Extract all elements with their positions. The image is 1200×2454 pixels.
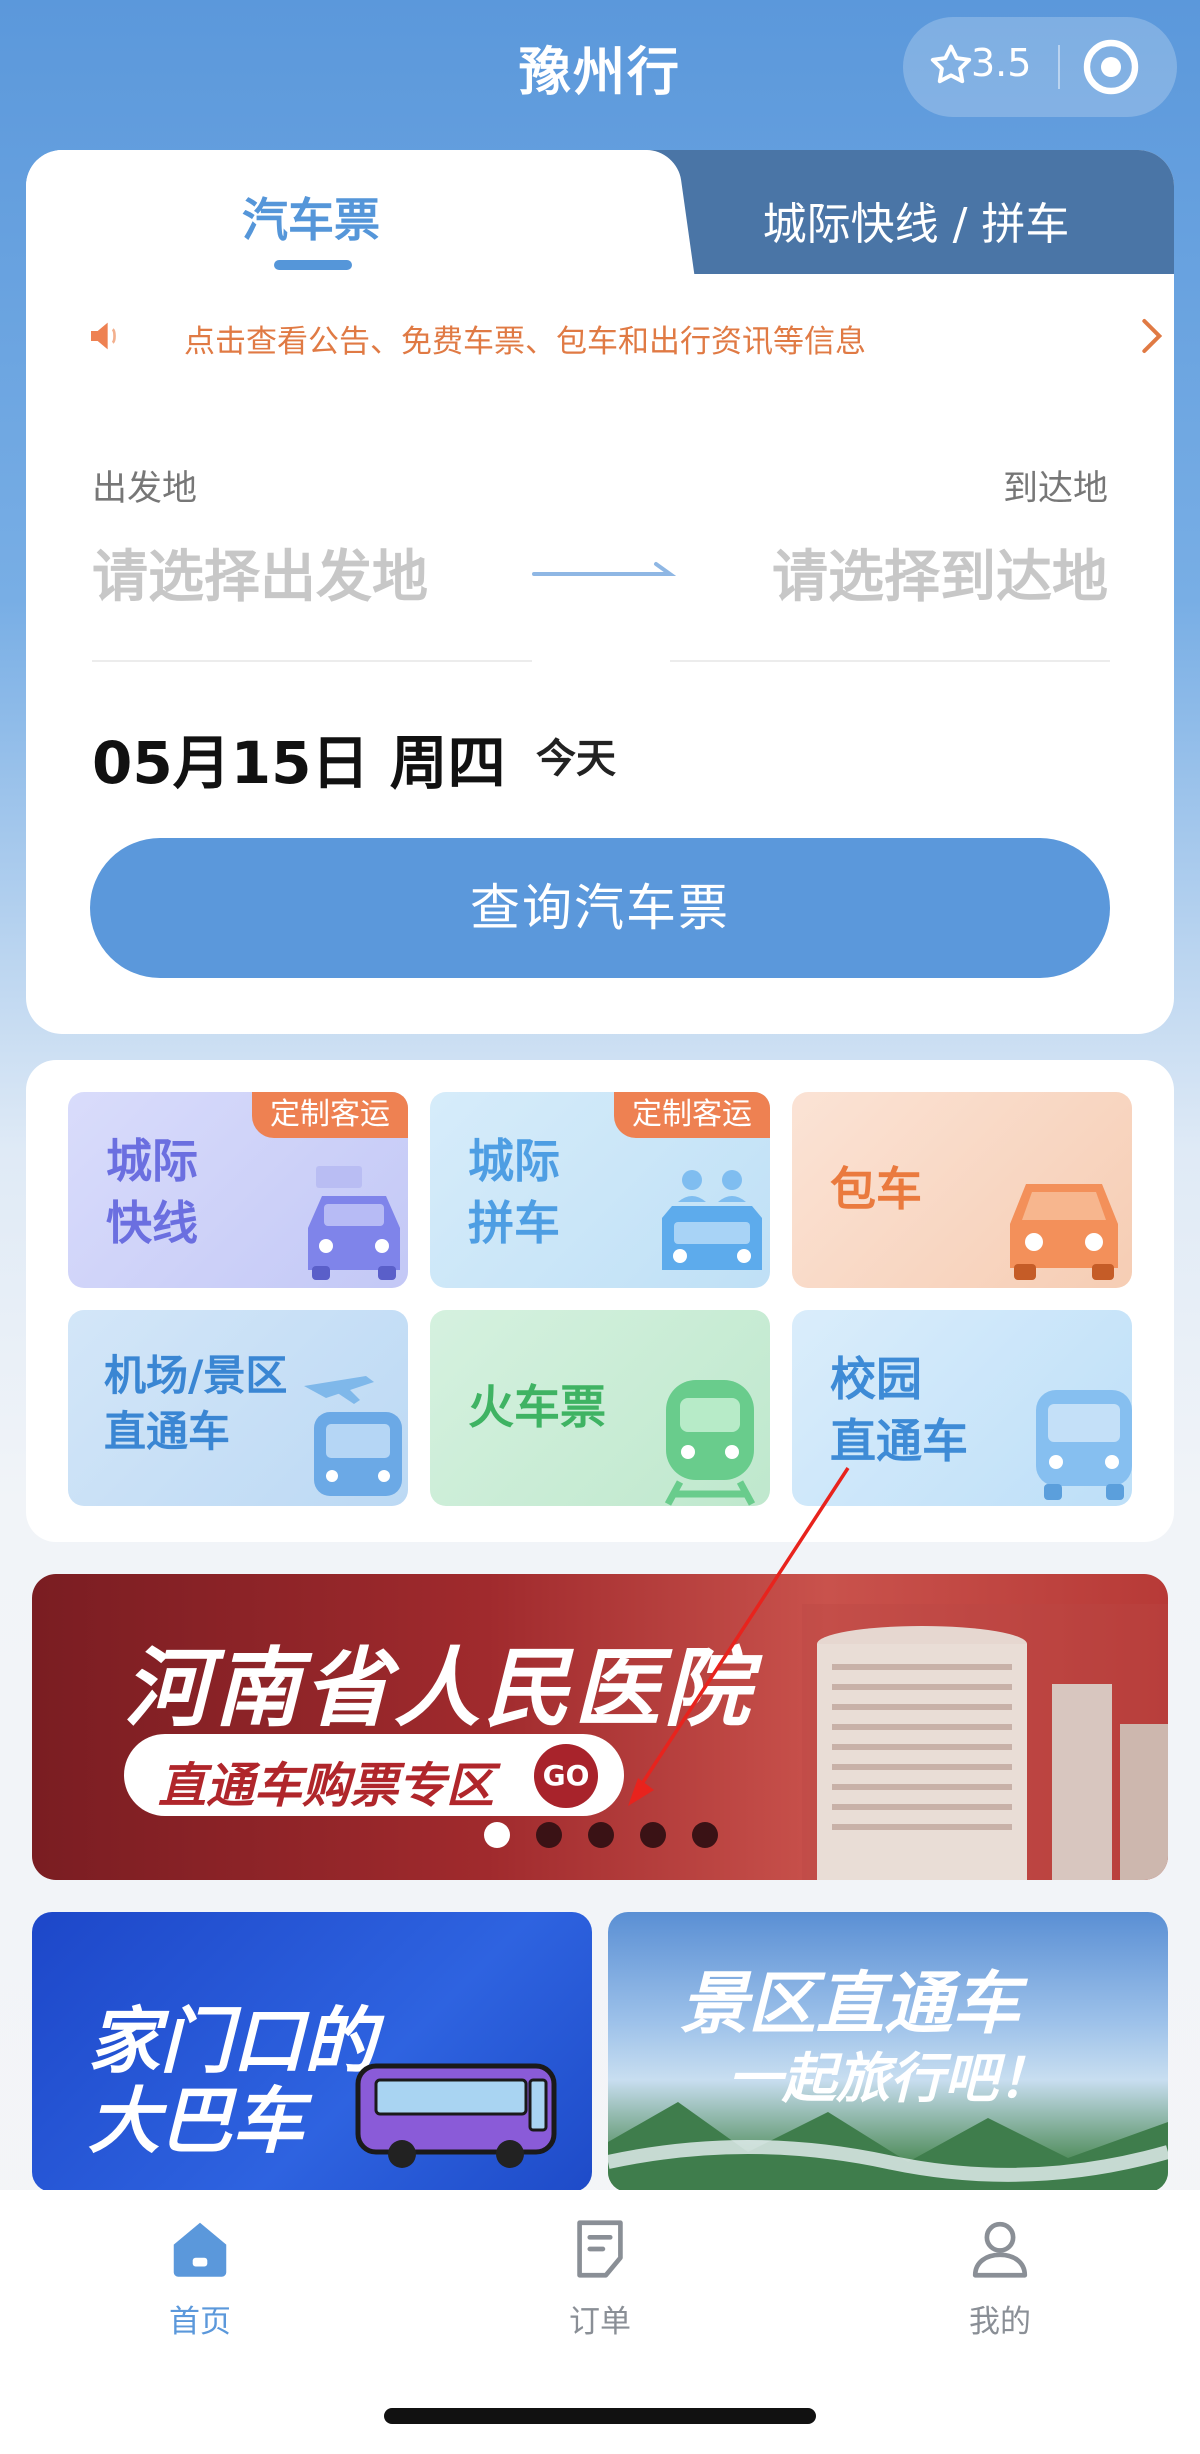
today-tag: 今天 <box>536 736 616 782</box>
departure-underline <box>92 660 532 662</box>
annotation-arrow-icon <box>628 1467 850 1806</box>
banner-cta-pill[interactable]: 直通车购票专区 GO <box>124 1734 624 1816</box>
travel-date[interactable]: 05月15日 周四 <box>92 716 506 800</box>
star-outline-icon[interactable] <box>925 39 977 91</box>
bus-icon <box>1036 1390 1132 1500</box>
rating-value: 3.5 <box>971 41 1032 85</box>
promo-scenic-shuttle[interactable]: 景区直通车 一起旅行吧！ <box>608 1912 1168 2192</box>
service-label: 火车票 <box>468 1380 606 1434</box>
hospital-shuttle-banner[interactable]: 河南省人民医院 直通车购票专区 GO <box>32 1574 1168 1880</box>
airport-bus-icon <box>304 1376 402 1496</box>
service-grid: 城际 快线 定制客运 城际 拼车 定制客运 包车 机场/景区 直通车 火车票 校… <box>26 1060 1174 1542</box>
custom-transport-badge: 定制客运 <box>614 1092 770 1138</box>
nav-mine[interactable]: 我的 <box>900 2214 1100 2341</box>
carousel-dot[interactable] <box>640 1822 666 1848</box>
service-label: 包车 <box>830 1162 922 1216</box>
service-intercity-carpool[interactable]: 城际 拼车 定制客运 <box>430 1092 770 1288</box>
service-label: 城际 快线 <box>106 1134 198 1250</box>
mountain-scenery-image <box>608 2102 1168 2192</box>
nav-orders[interactable]: 订单 <box>500 2214 700 2341</box>
carousel-dot[interactable] <box>536 1822 562 1848</box>
capsule-divider <box>1058 45 1060 89</box>
search-bus-ticket-button[interactable]: 查询汽车票 <box>90 838 1110 978</box>
nav-orders-label: 订单 <box>569 2304 631 2340</box>
tab-intercity-label[interactable]: 城际快线 / 拼车 <box>666 188 1166 252</box>
carousel-dot[interactable] <box>692 1822 718 1848</box>
target-icon[interactable] <box>1079 35 1143 99</box>
nav-home[interactable]: 首页 <box>100 2214 300 2341</box>
home-indicator <box>384 2408 816 2424</box>
promo-title-line1: 景区直通车 <box>680 1965 1021 2044</box>
taxi-icon <box>308 1166 400 1280</box>
carousel-dot[interactable] <box>484 1822 510 1848</box>
carousel-dot[interactable] <box>588 1822 614 1848</box>
service-charter[interactable]: 包车 <box>792 1092 1132 1288</box>
carpool-icon <box>662 1170 762 1270</box>
speaker-icon <box>91 322 116 350</box>
service-label: 校园 直通车 <box>830 1352 968 1468</box>
active-tab-indicator <box>274 260 352 270</box>
service-label: 城际 拼车 <box>468 1134 560 1250</box>
notice-text: 点击查看公告、免费车票、包车和出行资讯等信息 <box>184 324 866 360</box>
notice-bar[interactable]: 点击查看公告、免费车票、包车和出行资讯等信息 <box>86 310 1163 360</box>
nav-mine-label: 我的 <box>969 2304 1031 2340</box>
car-icon <box>1010 1184 1118 1280</box>
service-label: 机场/景区 直通车 <box>104 1351 288 1456</box>
orders-icon <box>577 2220 623 2278</box>
departure-label: 出发地 <box>92 469 198 509</box>
arrival-label: 到达地 <box>1002 469 1108 509</box>
bus-illustration-icon <box>355 2063 557 2168</box>
service-airport-scenic-shuttle[interactable]: 机场/景区 直通车 <box>68 1310 408 1506</box>
arrival-input[interactable]: 请选择到达地 <box>772 532 1108 613</box>
tab-bus-ticket-label[interactable]: 汽车票 <box>26 184 596 250</box>
custom-transport-badge: 定制客运 <box>252 1092 408 1138</box>
direction-arrow-icon[interactable] <box>530 558 676 588</box>
home-icon <box>173 2222 227 2277</box>
service-intercity-express[interactable]: 城际 快线 定制客运 <box>68 1092 408 1288</box>
departure-input[interactable]: 请选择出发地 <box>92 532 428 613</box>
promo-title-line2: 大巴车 <box>88 2079 305 2163</box>
mini-program-capsule[interactable]: 3.5 <box>903 17 1177 117</box>
chevron-right-icon[interactable] <box>1136 316 1166 356</box>
ticket-search-card: 汽车票 城际快线 / 拼车 点击查看公告、免费车票、包车和出行资讯等信息 出发地… <box>26 150 1174 1034</box>
promo-doorstep-bus[interactable]: 家门口的 大巴车 <box>32 1912 592 2192</box>
nav-home-label: 首页 <box>169 2304 231 2340</box>
user-icon <box>972 2221 1028 2278</box>
go-button[interactable]: GO <box>534 1744 598 1808</box>
banner-cta-text: 直通车购票专区 <box>158 1758 495 1814</box>
arrival-underline <box>670 660 1110 662</box>
